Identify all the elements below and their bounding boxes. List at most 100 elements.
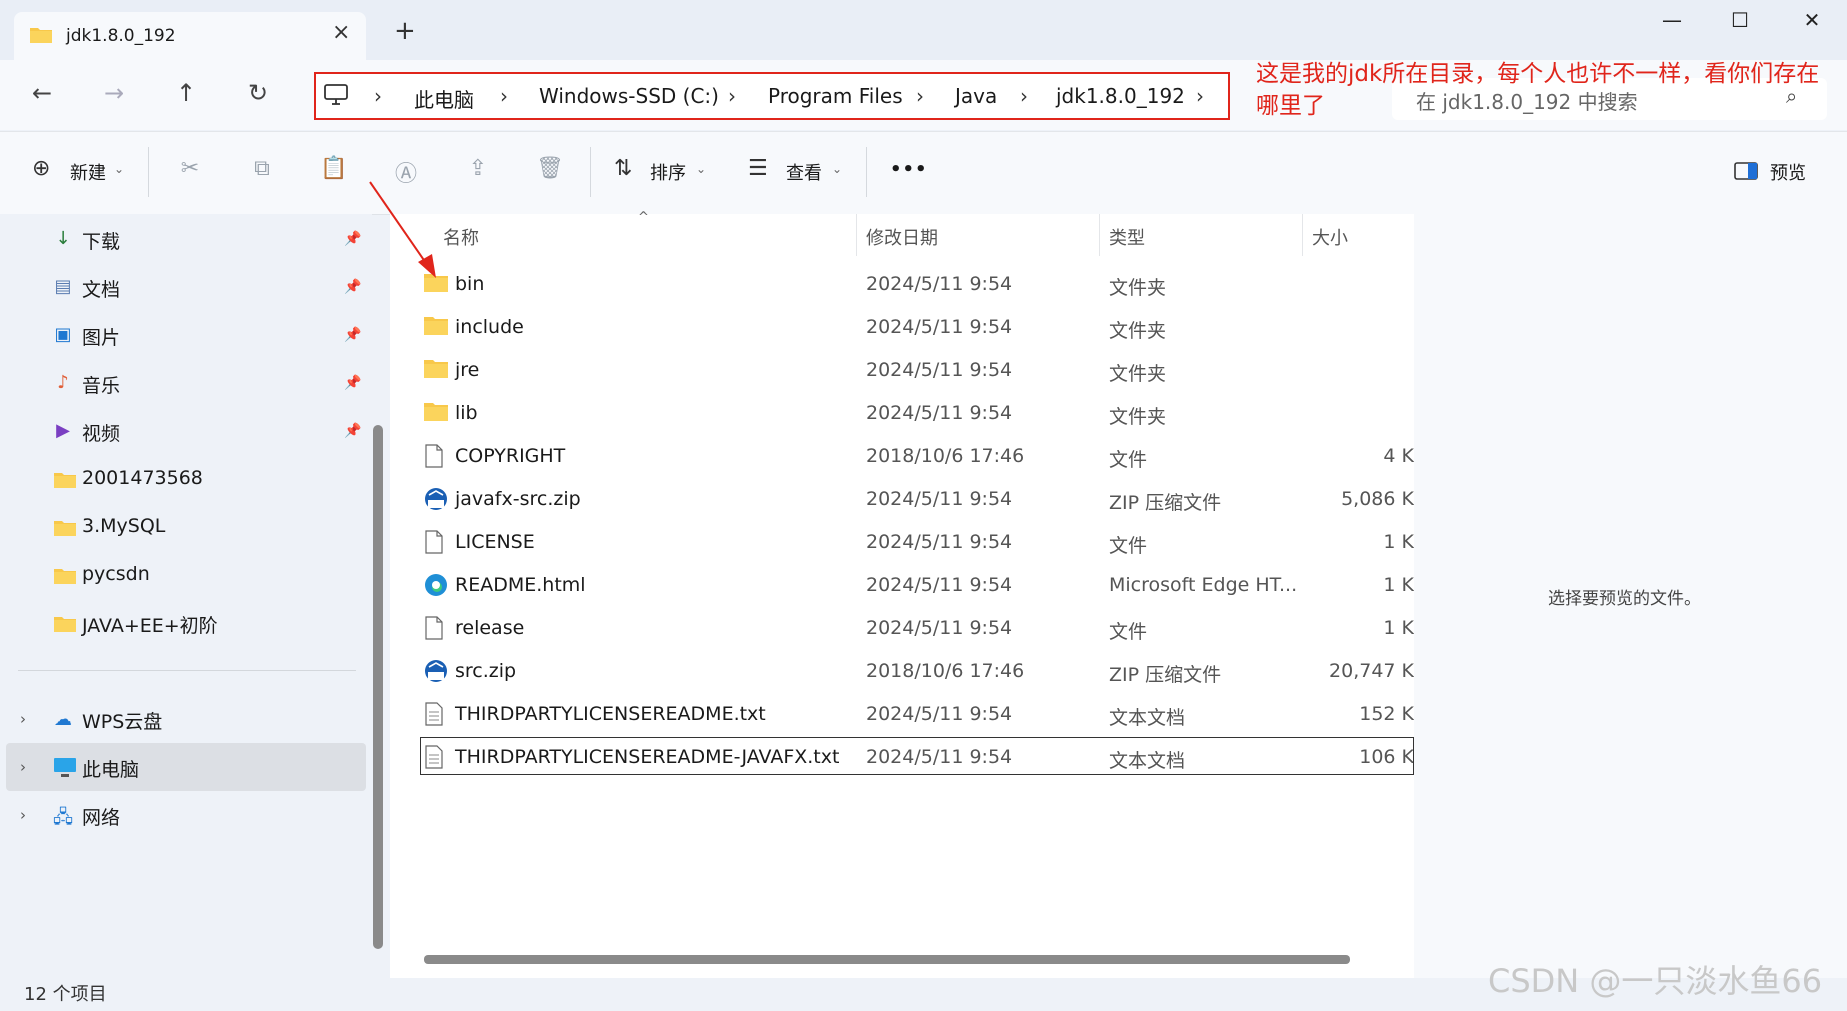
column-divider[interactable] [856,214,857,256]
sidebar-item-this-pc[interactable]: 此电脑 [82,755,139,782]
chevron-down-icon: ⌄ [114,162,125,176]
file-date: 2024/5/11 9:54 [866,703,1013,725]
sidebar-item-folder[interactable]: 2001473568 [82,467,203,489]
more-options-button[interactable]: ••• [890,159,928,180]
share-icon[interactable]: ⇪ [460,156,496,181]
sidebar-scrollbar[interactable] [373,425,383,949]
sidebar-item-folder[interactable]: 3.MySQL [82,515,165,537]
up-button[interactable]: ↑ [166,79,206,107]
cut-icon[interactable]: ✂ [172,156,208,181]
file-date: 2018/10/6 17:46 [866,445,1025,467]
file-size: 1 K [1383,574,1414,596]
copy-icon[interactable]: ⧉ [244,156,280,181]
sidebar-item-documents[interactable]: 文档 [82,275,120,302]
breadcrumb-java[interactable]: Java [955,84,997,108]
minimize-button[interactable]: — [1652,8,1692,32]
file-name: lib [455,402,478,424]
preview-pane-icon [1734,162,1758,180]
horizontal-scrollbar[interactable] [424,955,1350,964]
annotation-arrow [369,181,436,278]
file-type: Microsoft Edge HT... [1109,574,1298,596]
file-type: 文件夹 [1109,320,1167,342]
maximize-button[interactable]: ☐ [1720,8,1760,32]
status-item-count: 12 个项目 [24,984,107,1005]
sidebar-item-folder[interactable]: JAVA+EE+初阶 [82,611,218,638]
document-icon: ▤ [54,276,72,297]
column-header-type[interactable]: 类型 [1109,224,1145,250]
pin-icon: 📌 [344,279,362,295]
file-date: 2024/5/11 9:54 [866,617,1013,639]
view-button[interactable]: 查看 [786,159,822,185]
breadcrumb-this-pc[interactable]: 此电脑 [414,84,474,113]
file-type: 文件 [1109,535,1148,557]
back-button[interactable]: ← [22,79,62,107]
sidebar-item-wps-cloud[interactable]: WPS云盘 [82,707,162,734]
picture-icon: ▣ [54,324,72,345]
toolbar-divider [590,147,591,197]
folder-icon [30,28,52,43]
file-date: 2024/5/11 9:54 [866,359,1013,381]
folder-icon [54,569,76,584]
sidebar-item-downloads[interactable]: 下载 [82,227,120,254]
video-icon: ▶ [56,420,70,441]
file-date: 2024/5/11 9:54 [866,316,1013,338]
zip-icon [424,487,448,511]
new-button[interactable]: 新建 [70,159,106,185]
pin-icon: 📌 [344,375,362,391]
breadcrumb-drive-c[interactable]: Windows-SSD (C:) [539,84,719,108]
folder-icon [54,521,76,536]
file-icon [424,530,448,554]
file-name: javafx-src.zip [455,488,581,510]
chevron-right-icon[interactable]: › [20,806,26,824]
file-type: 文件夹 [1109,277,1167,299]
breadcrumb-program-files[interactable]: Program Files [768,84,903,108]
tab-close-icon[interactable]: × [332,20,350,45]
sort-button[interactable]: 排序 [650,159,686,185]
column-divider[interactable] [1099,214,1100,256]
close-window-button[interactable]: ✕ [1792,8,1832,32]
file-icon [424,616,448,640]
folder-icon [424,315,448,339]
file-date: 2024/5/11 9:54 [866,273,1013,295]
tab-title: jdk1.8.0_192 [66,26,176,46]
file-size: 1 K [1383,531,1414,553]
sidebar-divider [18,670,356,671]
file-type: ZIP 压缩文件 [1109,492,1222,514]
file-name: jre [455,359,480,381]
paste-icon[interactable]: 📋 [316,156,352,181]
new-tab-button[interactable]: + [394,18,416,44]
music-icon: ♪ [57,372,69,393]
sort-ascending-icon: ^ [638,210,649,225]
breadcrumb-separator: › [1020,84,1028,108]
folder-icon [54,473,76,488]
folder-icon [424,358,448,382]
forward-button[interactable]: → [94,79,134,107]
text-file-icon [424,702,448,726]
file-date: 2018/10/6 17:46 [866,660,1025,682]
file-size: 5,086 K [1341,488,1414,510]
column-header-size[interactable]: 大小 [1312,224,1348,250]
sidebar-item-music[interactable]: 音乐 [82,371,120,398]
chevron-right-icon[interactable]: › [20,710,26,728]
file-size: 4 K [1383,445,1414,467]
column-divider[interactable] [1302,214,1303,256]
chevron-right-icon[interactable]: › [20,758,26,776]
column-header-date[interactable]: 修改日期 [866,224,938,250]
folder-icon [424,401,448,425]
preview-button[interactable]: 预览 [1770,159,1806,185]
file-type: ZIP 压缩文件 [1109,664,1222,686]
breadcrumb-jdk[interactable]: jdk1.8.0_192 [1056,84,1185,108]
tab-jdk[interactable]: jdk1.8.0_192 × [14,12,366,60]
sort-icon: ⇅ [614,156,633,181]
sidebar-item-pictures[interactable]: 图片 [82,323,120,350]
pin-icon: 📌 [344,231,362,247]
sidebar-item-network[interactable]: 网络 [82,803,120,830]
zip-icon [424,659,448,683]
sidebar-item-folder[interactable]: pycsdn [82,563,150,585]
file-name: include [455,316,524,338]
sidebar-item-videos[interactable]: 视频 [82,419,120,446]
delete-icon[interactable]: 🗑 [532,156,568,181]
refresh-button[interactable]: ↻ [238,79,278,107]
breadcrumb-expand[interactable]: › [1196,84,1204,108]
file-name: THIRDPARTYLICENSEREADME.txt [455,703,766,725]
